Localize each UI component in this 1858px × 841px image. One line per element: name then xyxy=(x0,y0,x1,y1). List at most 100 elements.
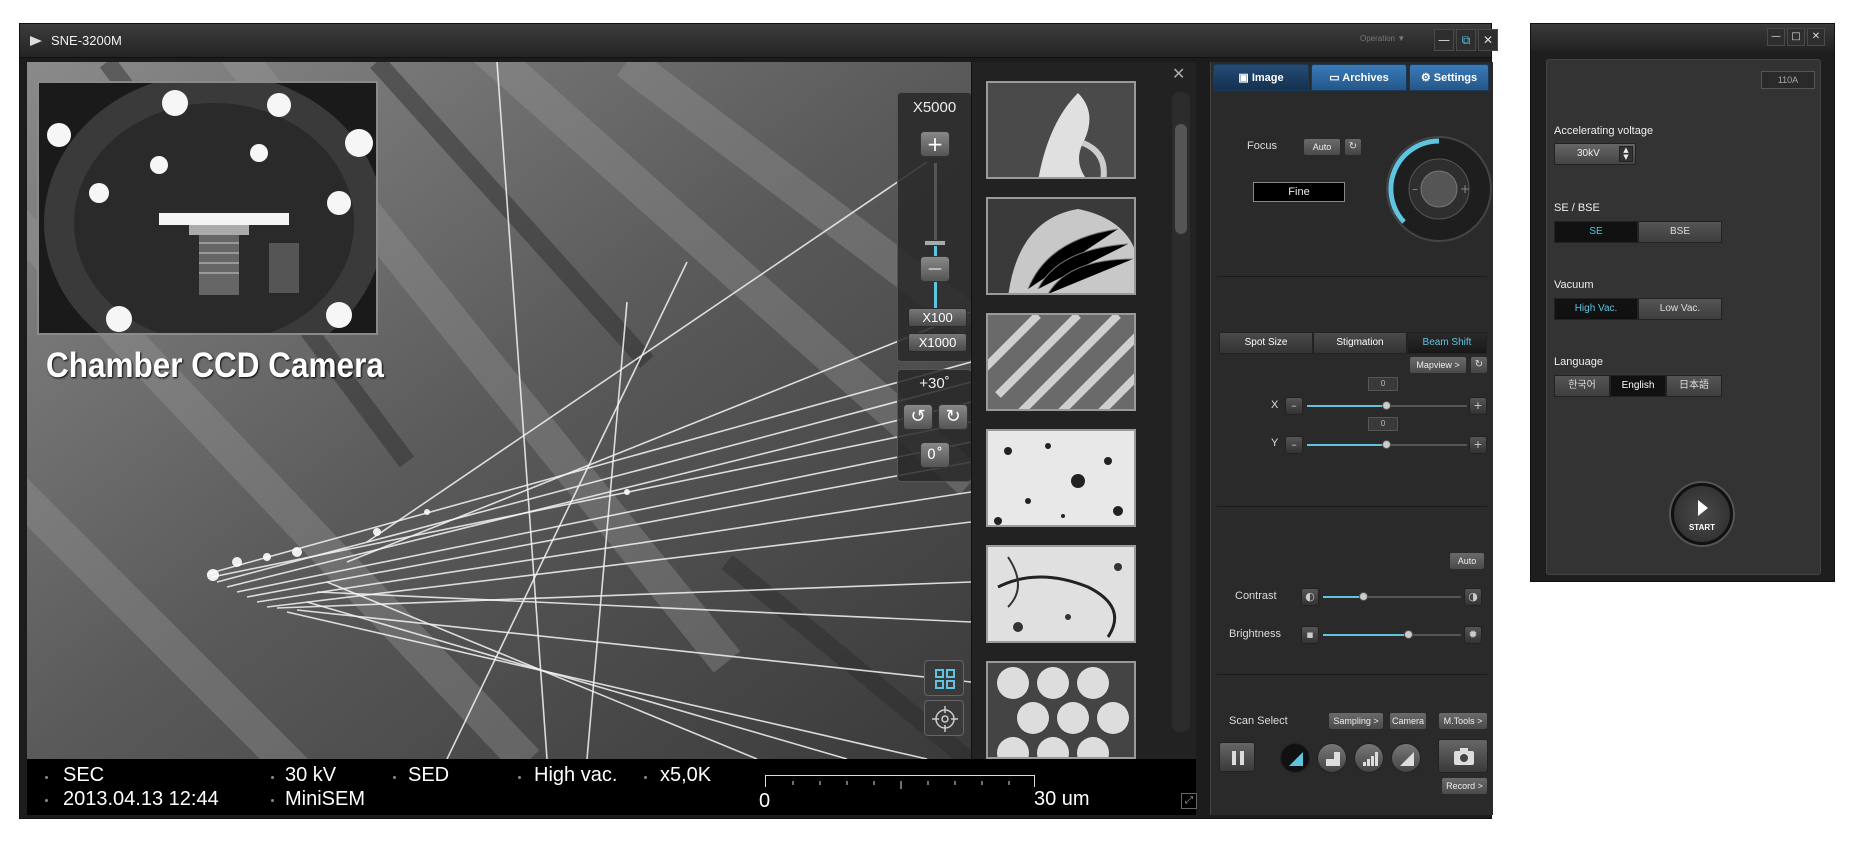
beam-y-decrease[interactable]: – xyxy=(1285,436,1303,454)
zoom-readout: X5000 xyxy=(912,99,957,116)
language-korean[interactable]: 한국어 xyxy=(1554,375,1610,397)
settings-body: 110A Accelerating voltage 30kV ▲ ▼ SE / B… xyxy=(1546,59,1821,575)
brightness-high-icon[interactable]: ✹ xyxy=(1464,626,1482,644)
play-icon xyxy=(1698,500,1708,516)
ccd-camera-label: Chamber CCD Camera xyxy=(46,346,384,385)
scale-bar-ticks xyxy=(792,781,1010,789)
brightness-low-icon[interactable]: ▪ xyxy=(1301,626,1319,644)
minimize-button[interactable]: — xyxy=(1434,29,1454,51)
beam-y-knob[interactable] xyxy=(1382,440,1391,449)
thumbnail-6[interactable] xyxy=(986,661,1136,759)
settings-close-button[interactable]: ✕ xyxy=(1807,28,1825,46)
focus-reset-icon[interactable]: ↻ xyxy=(1344,138,1362,156)
camera-button[interactable]: Camera xyxy=(1389,712,1427,730)
capture-button[interactable] xyxy=(1438,739,1488,773)
record-button[interactable]: Record > xyxy=(1441,777,1488,795)
start-button[interactable]: START xyxy=(1671,483,1733,545)
sampling-button[interactable]: Sampling > xyxy=(1328,712,1384,730)
tab-image[interactable]: ▣ Image xyxy=(1213,64,1309,91)
tab-image-label: Image xyxy=(1251,72,1284,84)
settings-window: — □ ✕ 110A Accelerating voltage 30kV ▲ ▼ … xyxy=(1530,23,1835,582)
beam-reset-icon[interactable]: ↻ xyxy=(1470,356,1488,374)
operation-menu[interactable]: Operation ▼ xyxy=(1360,34,1405,43)
mapview-button[interactable]: Mapview > xyxy=(1409,356,1467,374)
rotation-readout: +30˚ xyxy=(919,375,950,392)
accelerating-voltage-select[interactable]: 30kV ▲ ▼ xyxy=(1554,143,1636,165)
focus-label: Focus xyxy=(1247,140,1277,152)
rotate-ccw-button[interactable]: ↺ xyxy=(903,404,933,430)
scan-mode-4-button[interactable] xyxy=(1391,743,1421,773)
bse-toggle[interactable]: BSE xyxy=(1638,221,1722,243)
emission-value: 110A xyxy=(1761,71,1815,89)
section-divider xyxy=(1217,276,1487,277)
rotate-cw-button[interactable]: ↻ xyxy=(938,404,968,430)
expand-icon[interactable]: ⤢ xyxy=(1181,793,1197,809)
beam-x-knob[interactable] xyxy=(1382,401,1391,410)
contrast-high-icon[interactable]: ◑ xyxy=(1464,588,1482,606)
se-toggle[interactable]: SE xyxy=(1554,221,1638,243)
thumbnail-4[interactable] xyxy=(986,429,1136,527)
close-thumbnails-icon[interactable]: ✕ xyxy=(1172,64,1185,83)
scan-mode-1-button[interactable] xyxy=(1280,743,1310,773)
contrast-knob[interactable] xyxy=(1359,592,1369,601)
scale-bar xyxy=(765,775,1035,789)
tab-spot-size[interactable]: Spot Size xyxy=(1219,332,1313,354)
thumbnail-strip: ✕ xyxy=(971,62,1196,759)
language-english[interactable]: English xyxy=(1610,375,1666,397)
beam-y-increase[interactable]: + xyxy=(1469,436,1487,454)
control-panel: ▣ Image ▭ Archives ⚙ Settings Focus Auto… xyxy=(1210,62,1493,815)
brightness-knob[interactable] xyxy=(1403,630,1413,639)
zoom-out-button[interactable]: — xyxy=(920,256,950,282)
low-vac-toggle[interactable]: Low Vac. xyxy=(1638,298,1722,320)
focus-mode-display[interactable]: Fine xyxy=(1253,182,1345,202)
tab-archives[interactable]: ▭ Archives xyxy=(1311,64,1407,91)
contrast-fill xyxy=(1323,596,1365,598)
language-japanese[interactable]: 日本語 xyxy=(1666,375,1722,397)
tab-beam-shift[interactable]: Beam Shift xyxy=(1407,332,1487,354)
status-bullet xyxy=(45,776,48,779)
grid-view-button[interactable] xyxy=(924,660,964,696)
zoom-slider-thumb[interactable] xyxy=(924,240,946,246)
focus-dial[interactable]: – + xyxy=(1384,134,1494,244)
thumbnail-1[interactable] xyxy=(986,81,1136,179)
tab-archives-label: Archives xyxy=(1342,72,1389,84)
scan-mode-3-button[interactable] xyxy=(1354,743,1384,773)
contrast-label: Contrast xyxy=(1235,590,1277,602)
pause-button[interactable] xyxy=(1219,742,1255,772)
restore-button[interactable]: ⧉ xyxy=(1456,29,1476,51)
sem-viewport[interactable]: Chamber CCD Camera xyxy=(27,62,971,759)
scrollbar-thumb[interactable] xyxy=(1175,124,1187,234)
section-divider xyxy=(1217,506,1487,507)
image-tab-icon: ▣ xyxy=(1238,72,1252,84)
settings-restore-button[interactable]: □ xyxy=(1787,28,1805,46)
tab-stigmation[interactable]: Stigmation xyxy=(1313,332,1407,354)
accelerating-voltage-label: Accelerating voltage xyxy=(1554,125,1654,137)
tab-settings[interactable]: ⚙ Settings xyxy=(1409,64,1489,91)
voltage-spinner-icon[interactable]: ▲ ▼ xyxy=(1619,146,1633,162)
thumbnail-image xyxy=(988,83,1134,177)
beam-x-decrease[interactable]: – xyxy=(1285,397,1303,415)
contrast-auto-button[interactable]: Auto xyxy=(1449,552,1485,570)
svg-text:–: – xyxy=(1412,182,1418,196)
rotation-reset-button[interactable]: 0˚ xyxy=(920,442,950,468)
zoom-preset-x100[interactable]: X100 xyxy=(908,308,967,327)
thumbnail-image xyxy=(988,663,1134,757)
thumbnail-5[interactable] xyxy=(986,545,1136,643)
close-button[interactable]: ✕ xyxy=(1478,29,1498,51)
beam-x-value: 0 xyxy=(1368,377,1398,391)
zoom-in-button[interactable]: + xyxy=(920,131,950,157)
scan-mode-2-button[interactable] xyxy=(1317,743,1347,773)
m-tools-button[interactable]: M.Tools > xyxy=(1438,712,1488,730)
high-vac-toggle[interactable]: High Vac. xyxy=(1554,298,1638,320)
center-target-button[interactable] xyxy=(924,700,964,736)
focus-auto-button[interactable]: Auto xyxy=(1303,138,1341,156)
thumbnail-3[interactable] xyxy=(986,313,1136,411)
contrast-low-icon[interactable]: ◐ xyxy=(1301,588,1319,606)
thumbnail-scrollbar[interactable] xyxy=(1172,92,1190,732)
language-label: Language xyxy=(1554,356,1603,368)
thumbnail-2[interactable] xyxy=(986,197,1136,295)
chamber-ccd-camera-view[interactable] xyxy=(37,81,378,335)
settings-minimize-button[interactable]: — xyxy=(1767,28,1785,46)
zoom-preset-x1000[interactable]: X1000 xyxy=(908,333,967,352)
beam-x-increase[interactable]: + xyxy=(1469,397,1487,415)
